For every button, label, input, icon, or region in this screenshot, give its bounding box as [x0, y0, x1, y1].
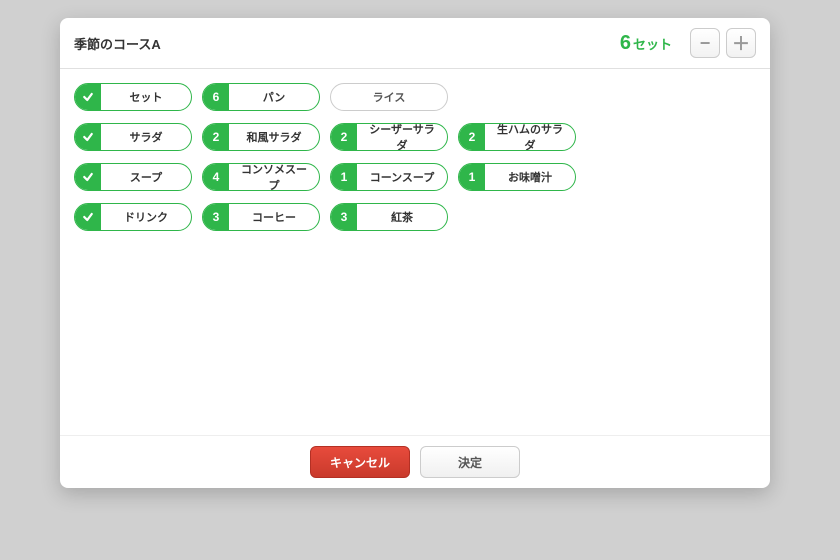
item-count-badge: 3 [331, 204, 357, 230]
item-label: 和風サラダ [229, 129, 319, 145]
dialog-footer: キャンセル 決定 [60, 435, 770, 488]
increment-button[interactable]: ＋ [726, 28, 756, 58]
category-pill[interactable]: セット [74, 83, 192, 111]
set-suffix: セット [633, 34, 672, 53]
item-pill[interactable]: 4コンソメスープ [202, 163, 320, 191]
ok-button[interactable]: 決定 [420, 446, 520, 478]
item-pill[interactable]: 2生ハムのサラダ [458, 123, 576, 151]
option-row: ドリンク3コーヒー3紅茶 [74, 203, 756, 231]
item-count-badge: 4 [203, 164, 229, 190]
item-count-badge: 1 [331, 164, 357, 190]
item-label: お味噌汁 [485, 169, 575, 185]
item-label: コーンスープ [357, 169, 447, 185]
item-pill[interactable]: 2シーザーサラダ [330, 123, 448, 151]
category-pill[interactable]: スープ [74, 163, 192, 191]
check-icon [75, 124, 101, 150]
dialog-header: 季節のコースA 6 セット − ＋ [60, 18, 770, 69]
set-count: 6 [620, 32, 631, 55]
option-row: セット 6パンライス [74, 83, 756, 111]
item-label: 紅茶 [357, 209, 447, 225]
check-icon [75, 204, 101, 230]
item-pill[interactable]: 3コーヒー [202, 203, 320, 231]
category-label: サラダ [101, 129, 191, 145]
item-count-badge: 6 [203, 84, 229, 110]
item-label: パン [229, 89, 319, 105]
item-pill[interactable]: 3紅茶 [330, 203, 448, 231]
item-pill[interactable]: ライス [330, 83, 448, 111]
category-label: ドリンク [101, 209, 191, 225]
item-label: 生ハムのサラダ [485, 123, 575, 151]
dialog: 季節のコースA 6 セット − ＋ セット6パンライスサラダ2和風サラダ2シーザ… [60, 18, 770, 488]
check-icon [75, 84, 101, 110]
item-label: シーザーサラダ [357, 123, 447, 151]
course-title: 季節のコースA [74, 34, 161, 53]
decrement-button[interactable]: − [690, 28, 720, 58]
category-label: スープ [101, 169, 191, 185]
category-pill[interactable]: サラダ [74, 123, 192, 151]
item-label: コンソメスープ [229, 163, 319, 191]
item-pill[interactable]: 1コーンスープ [330, 163, 448, 191]
option-row: スープ4コンソメスープ1コーンスープ1お味噌汁 [74, 163, 756, 191]
item-label: ライス [331, 89, 447, 105]
option-row: サラダ2和風サラダ2シーザーサラダ2生ハムのサラダ [74, 123, 756, 151]
option-grid: セット6パンライスサラダ2和風サラダ2シーザーサラダ2生ハムのサラダスープ4コン… [60, 69, 770, 435]
category-label: セット [101, 89, 191, 105]
item-pill[interactable]: 6パン [202, 83, 320, 111]
item-pill[interactable]: 2和風サラダ [202, 123, 320, 151]
item-count-badge: 3 [203, 204, 229, 230]
item-count-badge: 1 [459, 164, 485, 190]
item-pill[interactable]: 1お味噌汁 [458, 163, 576, 191]
category-pill[interactable]: ドリンク [74, 203, 192, 231]
item-label: コーヒー [229, 209, 319, 225]
item-count-badge: 2 [331, 124, 357, 150]
check-icon [75, 164, 101, 190]
cancel-button[interactable]: キャンセル [310, 446, 410, 478]
item-count-badge: 2 [459, 124, 485, 150]
item-count-badge: 2 [203, 124, 229, 150]
